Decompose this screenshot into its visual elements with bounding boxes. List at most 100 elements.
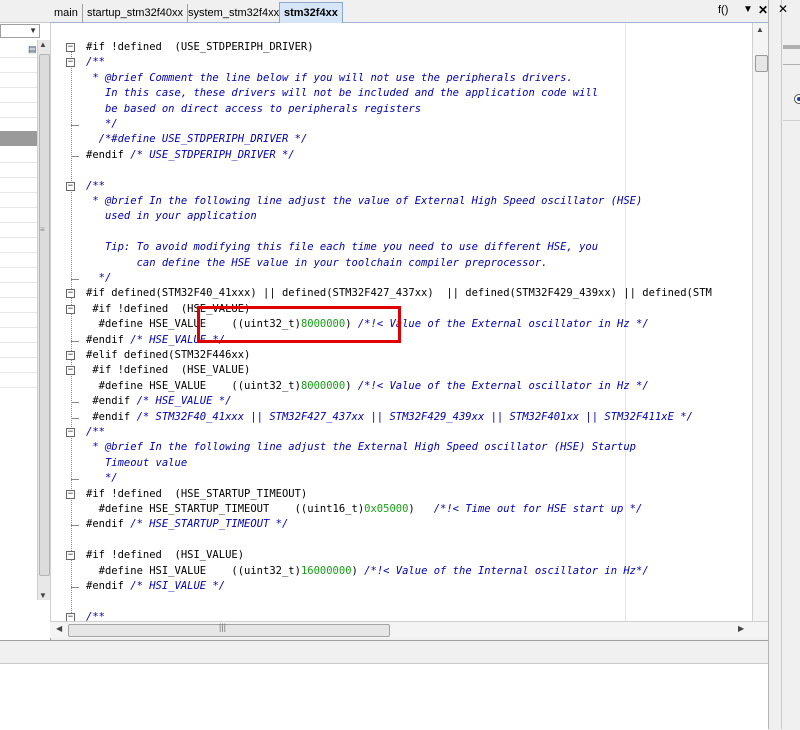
fold-toggle-icon[interactable]: − <box>66 351 75 360</box>
fold-end-marker <box>71 587 79 588</box>
project-row[interactable] <box>0 327 37 328</box>
project-row[interactable] <box>0 222 37 223</box>
scroll-up-arrow-icon[interactable]: ▲ <box>39 40 47 49</box>
fold-toggle-icon[interactable]: − <box>66 489 75 499</box>
editor-vertical-scrollbar[interactable]: ▲ ▼ <box>752 23 769 632</box>
fold-toggle-icon[interactable]: − <box>66 551 75 561</box>
code-line[interactable]: #define HSE_VALUE ((uint32_t)8000000) /*… <box>86 379 649 394</box>
fold-toggle-icon[interactable]: − <box>66 289 75 299</box>
code-line[interactable]: #define HSI_VALUE ((uint32_t)16000000) /… <box>86 564 649 579</box>
code-line[interactable]: #elif defined(STM32F446xx) <box>86 348 250 363</box>
code-line[interactable]: #endif /* STM32F40_41xxx || STM32F427_43… <box>86 410 693 425</box>
code-line[interactable]: Tip: To avoid modifying this file each t… <box>86 240 598 255</box>
project-row[interactable] <box>0 162 37 163</box>
fold-toggle-icon[interactable]: − <box>66 304 75 314</box>
project-row[interactable] <box>0 117 37 118</box>
code-line[interactable]: * @brief In the following line adjust th… <box>86 194 642 209</box>
tab-startup-stm32f40xx[interactable]: startup_stm32f40xx <box>83 4 188 22</box>
project-row[interactable] <box>0 102 37 103</box>
fold-end-marker <box>71 402 79 404</box>
scrollbar-thumb[interactable] <box>39 54 50 576</box>
project-panel-scrollbar[interactable]: ▲ ≡ ▼ <box>37 40 50 600</box>
project-row[interactable] <box>0 267 37 268</box>
editor-horizontal-scrollbar[interactable]: ◀ ||| ▶ <box>50 621 768 638</box>
project-row[interactable] <box>0 207 37 208</box>
project-selector-dropdown[interactable]: ▼ <box>0 24 40 38</box>
tab-system-stm32f4xx[interactable]: system_stm32f4xx <box>184 4 285 22</box>
code-line[interactable]: #if !defined (HSE_STARTUP_TIMEOUT) <box>86 487 307 502</box>
fold-toggle-icon[interactable]: − <box>66 428 75 437</box>
fold-end-marker <box>71 340 79 342</box>
project-panel: ▼ ▤ ▲ ≡ ▼ <box>0 0 51 640</box>
code-editor[interactable]: #if !defined (USE_STDPERIPH_DRIVER)/** *… <box>50 23 769 631</box>
panel-divider <box>783 120 800 121</box>
project-row[interactable] <box>0 72 37 73</box>
code-line[interactable]: #if !defined (HSI_VALUE) <box>86 548 244 563</box>
chevron-down-icon: ▼ <box>29 26 37 35</box>
code-line[interactable]: */ <box>86 271 112 286</box>
code-line[interactable]: #endif /* HSE_STARTUP_TIMEOUT */ <box>86 517 288 532</box>
function-list-button[interactable]: f() <box>718 4 728 16</box>
output-panel-header <box>0 641 768 664</box>
fold-toggle-icon[interactable]: − <box>66 43 75 52</box>
project-row[interactable] <box>0 312 37 313</box>
code-line[interactable]: In this case, these drivers will not be … <box>86 86 598 101</box>
tab-main[interactable]: main <box>50 4 83 22</box>
code-line[interactable]: /** <box>86 179 105 194</box>
code-line[interactable]: #if defined(STM32F40_41xxx) || defined(S… <box>86 286 712 301</box>
project-row[interactable] <box>0 387 37 388</box>
scrollbar-thumb[interactable]: ||| <box>68 622 390 637</box>
project-row[interactable] <box>0 342 37 343</box>
code-line[interactable]: * @brief Comment the line below if you w… <box>86 71 572 86</box>
code-line[interactable]: #endif /* HSI_VALUE */ <box>86 579 225 594</box>
code-line[interactable]: #endif /* HSE_VALUE */ <box>86 394 231 409</box>
fold-end-marker <box>71 125 79 126</box>
code-line[interactable]: /*#define USE_STDPERIPH_DRIVER */ <box>86 132 308 147</box>
code-line[interactable]: used in your application <box>86 209 257 224</box>
fold-end-marker <box>71 417 79 419</box>
close-icon[interactable]: ✕ <box>758 3 768 17</box>
scroll-down-arrow-icon[interactable]: ▼ <box>39 591 47 600</box>
code-line[interactable]: #endif /* USE_STDPERIPH_DRIVER */ <box>86 148 295 163</box>
fold-toggle-icon[interactable]: − <box>66 181 75 191</box>
project-row[interactable] <box>0 177 37 178</box>
fold-end-marker <box>71 479 79 481</box>
fold-end-marker <box>71 155 79 157</box>
close-icon[interactable]: ✕ <box>778 2 788 16</box>
project-row[interactable] <box>0 372 37 373</box>
fold-toggle-icon[interactable]: − <box>66 58 75 68</box>
scroll-up-arrow-icon[interactable]: ▲ <box>756 25 764 34</box>
project-row[interactable] <box>0 297 37 298</box>
code-line[interactable]: */ <box>86 117 118 132</box>
code-line[interactable]: /** <box>86 425 105 440</box>
grip-icon: ≡ <box>40 225 45 234</box>
scroll-left-arrow-icon[interactable]: ◀ <box>56 624 62 633</box>
project-row[interactable] <box>0 87 37 88</box>
fold-toggle-icon[interactable]: − <box>66 366 75 376</box>
project-row[interactable] <box>0 57 37 58</box>
code-line[interactable]: Timeout value <box>86 456 187 471</box>
code-line[interactable]: */ <box>86 471 118 486</box>
scroll-right-arrow-icon[interactable]: ▶ <box>738 624 744 633</box>
fold-end-marker <box>71 525 79 527</box>
panel-divider <box>783 45 800 49</box>
code-line[interactable]: /** <box>86 55 105 70</box>
code-line[interactable]: #if !defined (USE_STDPERIPH_DRIVER) <box>86 40 314 55</box>
scrollbar-thumb[interactable] <box>755 55 768 72</box>
project-row[interactable] <box>0 282 37 283</box>
project-row[interactable] <box>0 252 37 253</box>
fold-guide <box>71 43 72 631</box>
code-line[interactable]: * @brief In the following line adjust th… <box>86 440 636 455</box>
right-side-panel: ✕ <box>768 0 800 729</box>
radio-button[interactable] <box>794 94 800 104</box>
code-line[interactable]: #if !defined (HSE_VALUE) <box>86 363 250 378</box>
code-line[interactable]: be based on direct access to peripherals… <box>86 102 421 117</box>
chevron-down-icon[interactable]: ▼ <box>743 4 753 15</box>
tab-stm32f4xx[interactable]: stm32f4xx <box>279 2 343 23</box>
project-row[interactable] <box>0 237 37 238</box>
code-line[interactable]: #define HSE_STARTUP_TIMEOUT ((uint16_t)0… <box>86 502 643 517</box>
project-row[interactable] <box>0 357 37 358</box>
project-row-selected[interactable] <box>0 131 37 146</box>
project-row[interactable] <box>0 192 37 193</box>
code-line[interactable]: can define the HSE value in your toolcha… <box>86 256 548 271</box>
